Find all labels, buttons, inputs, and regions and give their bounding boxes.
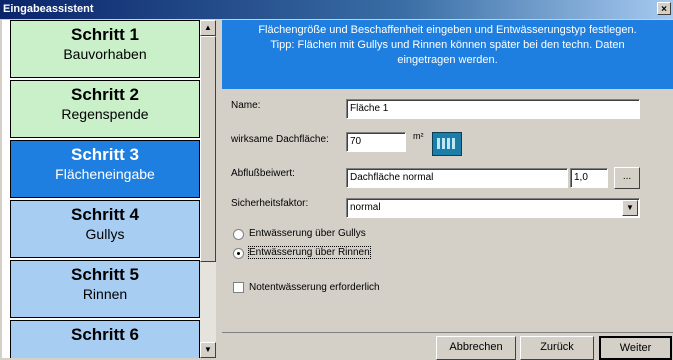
hint-line: Flächengröße und Beschaffenheit eingeben…: [258, 24, 637, 36]
steps-scrollbar[interactable]: ▲ ▼: [200, 20, 216, 358]
chevron-down-icon[interactable]: ▼: [622, 200, 638, 216]
step-label: Gullys: [85, 226, 125, 242]
title-bar: Eingabeassistent ×: [0, 0, 673, 19]
coeff-value-field[interactable]: 1,0: [570, 168, 608, 188]
window-title: Eingabeassistent: [3, 3, 94, 15]
radio-gullys-label[interactable]: Entwässerung über Gullys: [249, 228, 366, 239]
step-label: Bauvorhaben: [63, 46, 147, 62]
name-field[interactable]: Fläche 1: [346, 99, 640, 119]
step-number: Schritt 2: [70, 85, 140, 104]
step-3[interactable]: Schritt 3 Flächeneingabe: [10, 140, 200, 198]
scroll-down-icon[interactable]: ▼: [200, 342, 216, 358]
hint-line: eingetragen werden.: [397, 54, 498, 66]
hint-line: Tipp: Flächen mit Gullys und Rinnen könn…: [270, 39, 625, 51]
coeff-label: Abflußbeiwert:: [231, 168, 295, 179]
step-number: Schritt 6: [70, 325, 140, 344]
step-2[interactable]: Schritt 2 Regenspende: [10, 80, 200, 138]
calculator-icon: [437, 138, 457, 149]
step-1[interactable]: Schritt 1 Bauvorhaben: [10, 20, 200, 78]
area-field[interactable]: 70: [346, 132, 406, 152]
area-unit: m²: [413, 131, 424, 141]
safety-select[interactable]: normal ▼: [346, 198, 640, 218]
radio-rinnen[interactable]: [233, 248, 244, 259]
steps-list[interactable]: Schritt 1 Bauvorhaben Schritt 2 Regenspe…: [2, 20, 214, 358]
back-button[interactable]: Zurück: [520, 336, 594, 360]
radio-gullys[interactable]: [233, 229, 244, 240]
hint-box: Flächengröße und Beschaffenheit eingeben…: [222, 20, 673, 89]
emergency-checkbox[interactable]: [233, 282, 244, 293]
calculator-button[interactable]: [432, 132, 462, 156]
safety-label: Sicherheitsfaktor:: [231, 198, 309, 209]
scroll-thumb[interactable]: [200, 36, 216, 262]
coeff-type-field[interactable]: Dachfläche normal: [346, 168, 568, 188]
emergency-label[interactable]: Notentwässerung erforderlich: [249, 282, 380, 293]
step-number: Schritt 5: [70, 265, 140, 284]
step-label: Flächeneingabe: [55, 166, 155, 182]
step-4[interactable]: Schritt 4 Gullys: [10, 200, 200, 258]
radio-rinnen-label[interactable]: Entwässerung über Rinnen: [248, 246, 371, 259]
cancel-button[interactable]: Abbrechen: [436, 336, 516, 360]
step-number: Schritt 1: [70, 25, 140, 44]
coeff-browse-button[interactable]: ...: [614, 167, 640, 189]
step-number: Schritt 4: [70, 205, 140, 224]
step-number: Schritt 3: [70, 145, 140, 164]
step-label: Regenspende: [61, 106, 149, 122]
step-label: Rinnen: [82, 286, 128, 302]
scroll-up-icon[interactable]: ▲: [200, 20, 216, 36]
area-label: wirksame Dachfläche:: [231, 134, 329, 145]
safety-value: normal: [350, 202, 381, 213]
name-label: Name:: [231, 100, 261, 111]
step-5[interactable]: Schritt 5 Rinnen: [10, 260, 200, 318]
close-icon[interactable]: ×: [657, 2, 671, 15]
next-button[interactable]: Weiter: [599, 336, 672, 360]
step-6[interactable]: Schritt 6: [10, 320, 200, 358]
